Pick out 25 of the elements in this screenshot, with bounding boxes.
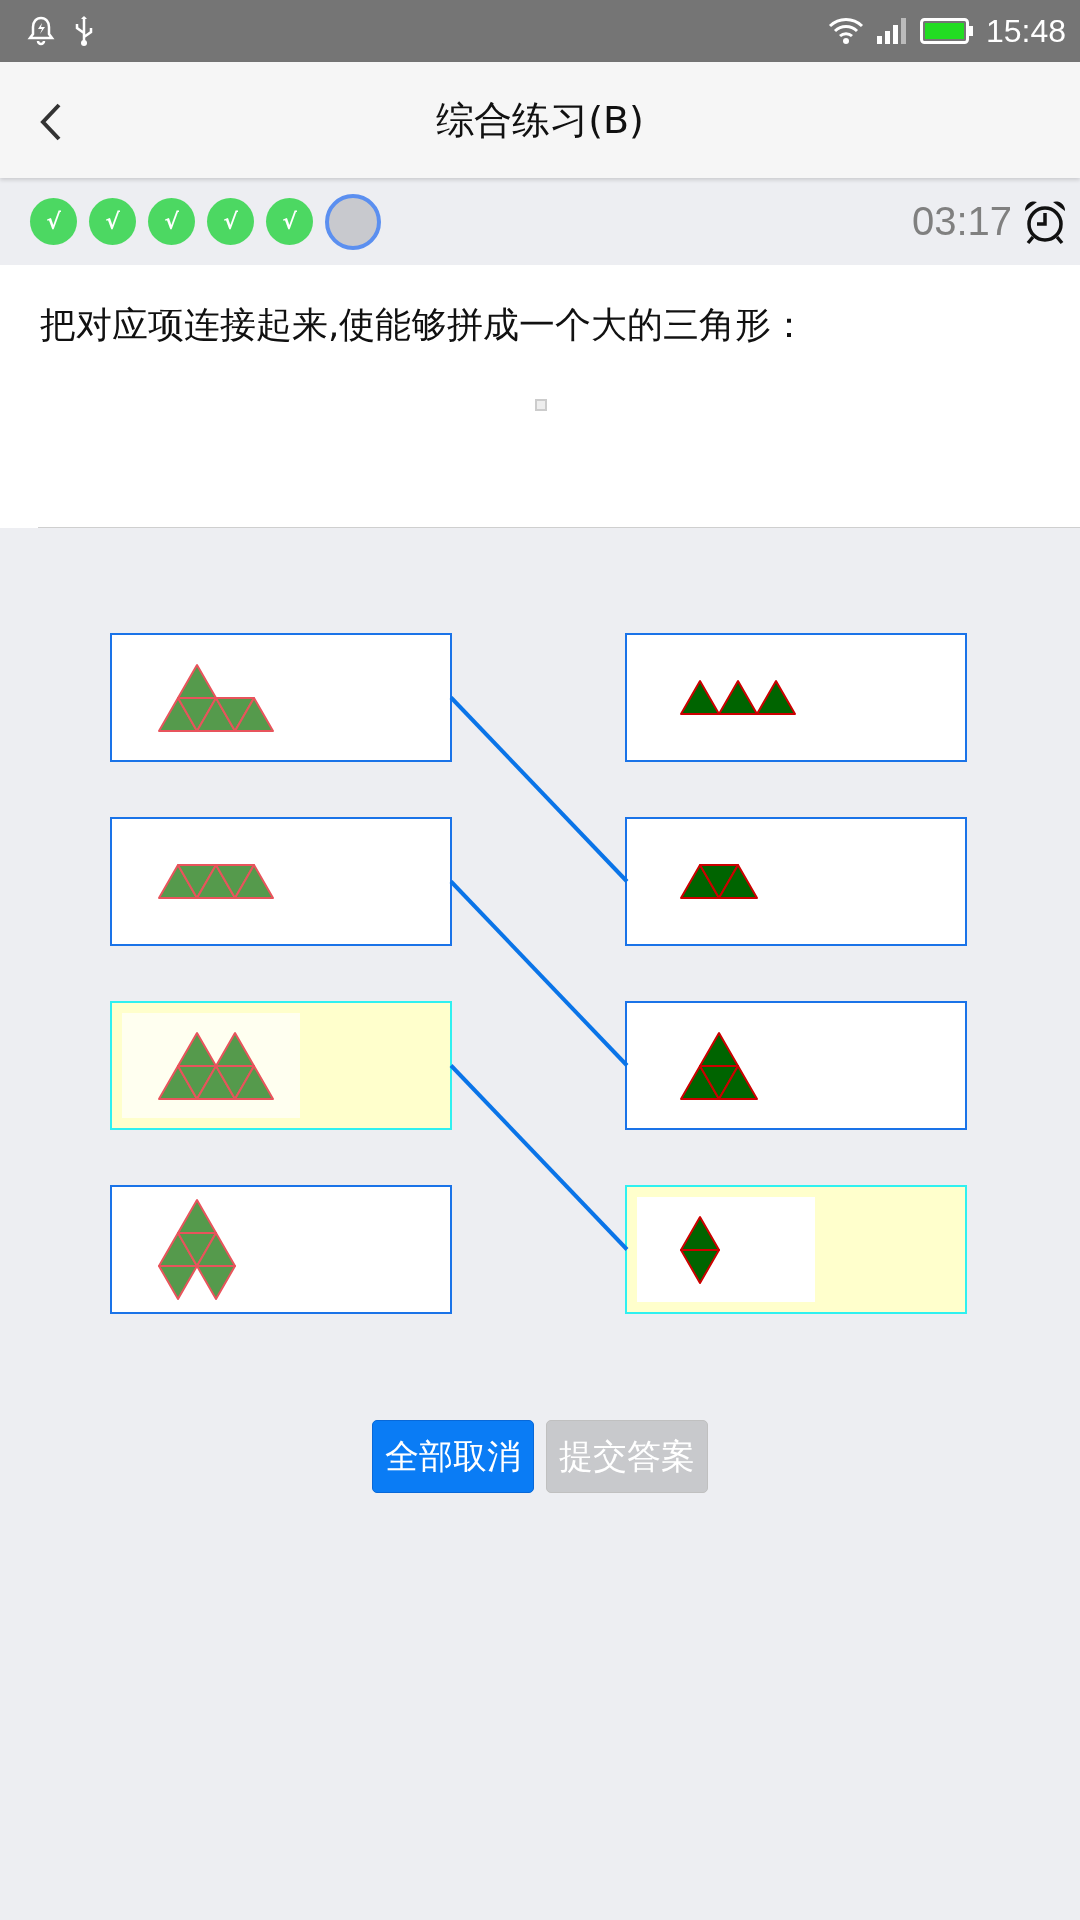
- battery-icon: [919, 17, 974, 45]
- match-card[interactable]: [625, 1001, 967, 1130]
- timer-text: 03:17: [911, 199, 1012, 244]
- match-card[interactable]: [110, 817, 452, 946]
- question-progress-dot[interactable]: √: [30, 198, 77, 245]
- alarm-clock-icon: [1022, 198, 1068, 245]
- image-placeholder: [535, 399, 547, 411]
- match-card[interactable]: [110, 1185, 452, 1314]
- question-progress-dot[interactable]: √: [266, 198, 313, 245]
- match-card[interactable]: [625, 633, 967, 762]
- status-time: 15:48: [985, 12, 1066, 50]
- match-card[interactable]: [110, 633, 452, 762]
- page-title: 综合练习(B): [436, 96, 644, 144]
- signal-icon: [875, 17, 908, 45]
- alarm-bell-icon: [26, 15, 56, 47]
- triangle-figure-drawing: [679, 1214, 721, 1285]
- question-progress-dot[interactable]: √: [207, 198, 254, 245]
- question-progress-dot[interactable]: [325, 193, 381, 250]
- wifi-icon: [827, 17, 864, 45]
- match-card[interactable]: [625, 817, 967, 946]
- action-button[interactable]: 全部取消: [372, 1420, 534, 1493]
- question-text: 把对应项连接起来,使能够拼成一个大的三角形：: [40, 303, 809, 347]
- question-progress-dot[interactable]: √: [148, 198, 195, 245]
- question-progress-dot[interactable]: √: [89, 198, 136, 245]
- back-icon: [40, 103, 62, 141]
